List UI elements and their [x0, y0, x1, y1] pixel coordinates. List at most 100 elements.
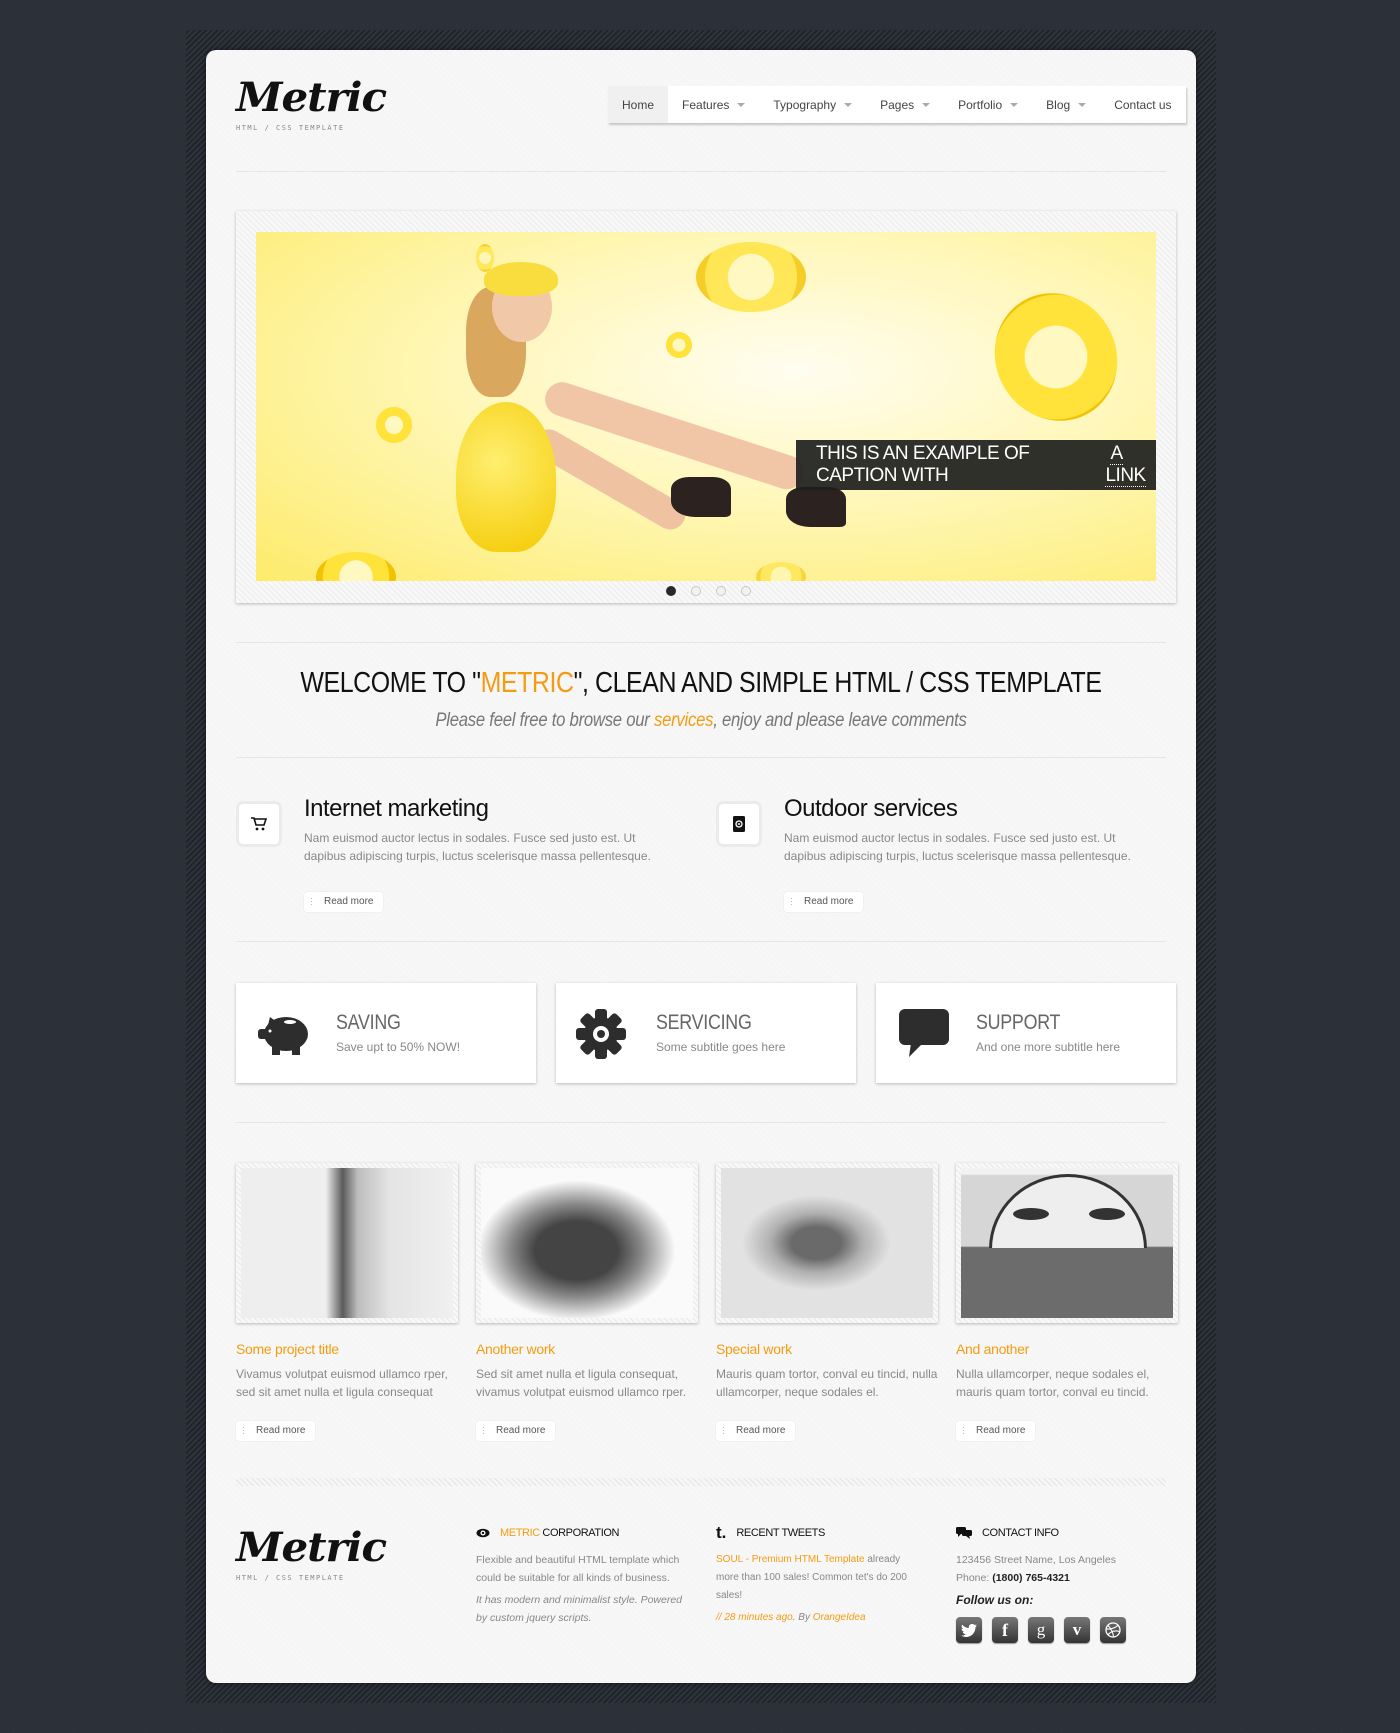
read-more-button[interactable]: Read more	[476, 1421, 556, 1441]
portfolio-item: Some project title Vivamus volutpat euis…	[236, 1163, 458, 1441]
read-more-button[interactable]: Read more	[956, 1421, 1036, 1441]
services-link[interactable]: services	[654, 710, 713, 731]
service-title: Internet marketing	[304, 795, 489, 822]
title-text: ", CLEAN AND SIMPLE HTML / CSS TEMPLATE	[573, 667, 1102, 699]
slider-dot[interactable]	[741, 586, 751, 596]
portfolio-thumbnail[interactable]	[236, 1163, 458, 1323]
eye-icon	[476, 1528, 490, 1538]
nav-label: Contact us	[1114, 97, 1172, 112]
facebook-icon[interactable]: f	[992, 1617, 1018, 1643]
piggy-bank-icon	[258, 1017, 308, 1055]
logo-title: Metric	[236, 74, 387, 121]
nav-blog[interactable]: Blog	[1032, 86, 1100, 123]
divider	[236, 642, 1166, 643]
nav-label: Typography	[773, 97, 837, 112]
welcome-section: WELCOME TO "METRIC", CLEAN AND SIMPLE HT…	[206, 667, 1196, 732]
chat-icon	[956, 1527, 972, 1539]
title-text: WELCOME TO "	[300, 667, 481, 699]
footer-divider	[236, 1478, 1166, 1486]
caption-text: THIS IS AN EXAMPLE OF CAPTION WITH	[816, 443, 1030, 486]
nav-features[interactable]: Features	[668, 86, 759, 123]
portfolio-title[interactable]: And another	[956, 1341, 1178, 1357]
slide-image[interactable]: THIS IS AN EXAMPLE OF CAPTION WITH A LIN…	[256, 232, 1156, 581]
feature-subtitle: Save upt to 50% NOW!	[336, 1040, 461, 1054]
footer-heading: METRIC CORPORATION	[500, 1527, 620, 1539]
read-more-button[interactable]: Read more	[784, 892, 864, 912]
tweet-time: // 28 minutes ago	[716, 1612, 793, 1623]
image-slider: THIS IS AN EXAMPLE OF CAPTION WITH A LIN…	[236, 211, 1176, 603]
page-container: Metric HTML / CSS TEMPLATE Home Features…	[206, 50, 1196, 1683]
welcome-title: WELCOME TO "METRIC", CLEAN AND SIMPLE HT…	[275, 667, 1126, 700]
service-text: Nam euismod auctor lectus in sodales. Fu…	[304, 831, 651, 863]
feature-title: SERVICING	[656, 1011, 752, 1034]
subtitle-text: , enjoy and please leave comments	[713, 710, 967, 731]
google-icon[interactable]: g	[1028, 1617, 1054, 1643]
footer-logo[interactable]: Metric HTML / CSS TEMPLATE	[236, 1528, 387, 1583]
address-book-icon	[716, 801, 762, 847]
portfolio-thumbnail[interactable]	[956, 1163, 1178, 1323]
portfolio-title[interactable]: Special work	[716, 1341, 938, 1357]
contact-phone: Phone: (1800) 765-4321	[956, 1569, 1166, 1587]
corporation-italic: It has modern and minimalist style. Powe…	[476, 1594, 683, 1624]
caret-down-icon	[844, 102, 853, 107]
tweet-text: SOUL - Premium HTML Template already mor…	[716, 1551, 921, 1605]
feature-subtitle: And one more subtitle here	[976, 1040, 1121, 1054]
nav-pages[interactable]: Pages	[866, 86, 944, 123]
nav-label: Blog	[1046, 97, 1071, 112]
nav-home[interactable]: Home	[608, 86, 669, 123]
slider-dot[interactable]	[716, 586, 726, 596]
divider	[236, 757, 1166, 758]
divider	[236, 171, 1166, 172]
footer-heading: CONTACT INFO	[982, 1527, 1059, 1539]
footer-corporation: METRIC CORPORATION Flexible and beautifu…	[476, 1525, 691, 1627]
portfolio-title[interactable]: Another work	[476, 1341, 698, 1357]
footer-heading: RECENT TWEETS	[736, 1527, 825, 1539]
caret-down-icon	[922, 102, 931, 107]
slider-dot[interactable]	[666, 586, 676, 596]
portfolio-title[interactable]: Some project title	[236, 1341, 458, 1357]
twitter-icon[interactable]	[956, 1617, 982, 1643]
feature-saving[interactable]: SAVING Save upt to 50% NOW!	[236, 983, 536, 1083]
speech-bubble-icon	[899, 1009, 949, 1057]
feature-support[interactable]: SUPPORT And one more subtitle here	[876, 983, 1176, 1083]
portfolio-text: Sed sit amet nulla et ligula consequat, …	[476, 1367, 687, 1399]
read-more-button[interactable]: Read more	[236, 1421, 316, 1441]
logo-subtitle: HTML / CSS TEMPLATE	[236, 1574, 345, 1582]
main-nav: Home Features Typography Pages Portfolio…	[608, 86, 1186, 123]
nav-label: Portfolio	[958, 97, 1003, 112]
caption-link[interactable]: A LINK	[1105, 443, 1146, 487]
nav-label: Features	[682, 97, 730, 112]
nav-typography[interactable]: Typography	[759, 86, 866, 123]
read-more-button[interactable]: Read more	[716, 1421, 796, 1441]
portfolio-item: Special work Mauris quam tortor, conval …	[716, 1163, 938, 1441]
shopping-cart-icon	[236, 801, 282, 847]
nav-portfolio[interactable]: Portfolio	[944, 86, 1032, 123]
caret-down-icon	[1010, 102, 1019, 107]
slider-dot[interactable]	[691, 586, 701, 596]
divider	[236, 941, 1166, 942]
logo[interactable]: Metric HTML / CSS TEMPLATE	[236, 78, 387, 133]
vimeo-icon[interactable]: v	[1064, 1617, 1090, 1643]
title-highlight: METRIC	[480, 667, 574, 699]
heading-highlight: METRIC	[500, 1527, 540, 1539]
tweet-author-link[interactable]: OrangeIdea	[813, 1612, 866, 1623]
service-title: Outdoor services	[784, 795, 958, 822]
nav-contact[interactable]: Contact us	[1100, 86, 1185, 123]
feature-servicing[interactable]: SERVICING Some subtitle goes here	[556, 983, 856, 1083]
slide-caption: THIS IS AN EXAMPLE OF CAPTION WITH A LIN…	[796, 440, 1156, 490]
social-links: f g v	[956, 1617, 1166, 1643]
portfolio-thumbnail[interactable]	[716, 1163, 938, 1323]
slider-pagination	[666, 586, 751, 596]
footer-contact: CONTACT INFO 123456 Street Name, Los Ang…	[956, 1525, 1166, 1643]
follow-label: Follow us on:	[956, 1593, 1034, 1607]
tweet-by: . By	[792, 1612, 813, 1623]
subtitle-text: Please feel free to browse our	[435, 710, 654, 731]
portfolio-thumbnail[interactable]	[476, 1163, 698, 1323]
phone-label: Phone:	[956, 1572, 993, 1584]
read-more-button[interactable]: Read more	[304, 892, 384, 912]
dribbble-icon[interactable]	[1100, 1617, 1126, 1643]
welcome-subtitle: Please feel free to browse our services,…	[265, 710, 1136, 732]
tweet-link[interactable]: SOUL - Premium HTML Template	[716, 1554, 865, 1565]
portfolio-text: Nulla ullamcorper, neque sodales el, mau…	[956, 1367, 1150, 1399]
phone-number: (1800) 765-4321	[992, 1572, 1070, 1584]
